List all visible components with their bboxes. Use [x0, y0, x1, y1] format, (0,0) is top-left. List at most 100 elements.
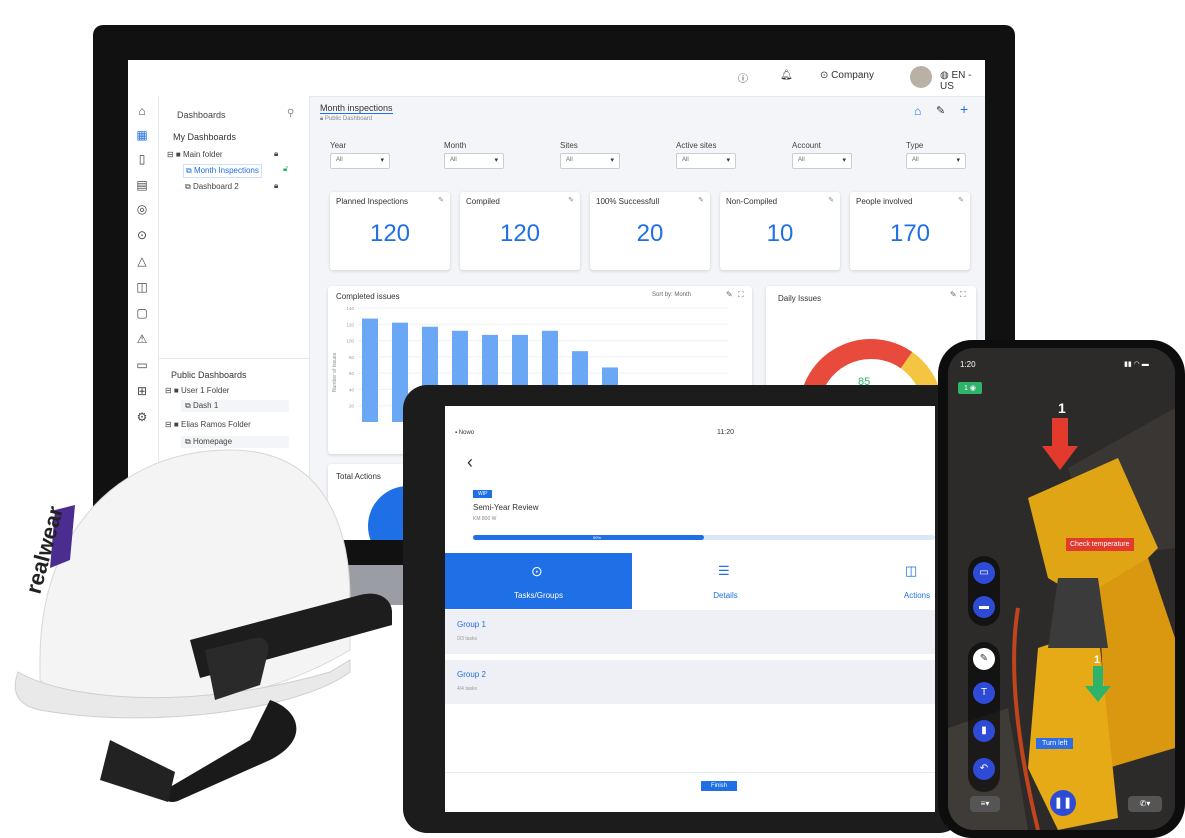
- kpi-card-successful[interactable]: 100% Successfull ✎ 20: [590, 192, 710, 270]
- divider: [445, 772, 935, 773]
- kpi-title: 100% Successfull: [596, 197, 660, 206]
- select-value: All: [682, 157, 689, 163]
- caret-down-icon: ▾: [842, 157, 846, 164]
- pen-icon[interactable]: ✎: [973, 648, 995, 670]
- list-item[interactable]: Group 2 4/4 tasks: [445, 660, 935, 704]
- kpi-value: 10: [766, 220, 794, 247]
- globe-icon[interactable]: ◎: [135, 202, 149, 216]
- edit-icon[interactable]: ✎: [828, 196, 834, 204]
- kpi-card-people[interactable]: People involved ✎ 170: [850, 192, 970, 270]
- daily-issues-title: Daily Issues: [778, 294, 822, 303]
- filter-label-account: Account: [792, 141, 821, 150]
- tab-actions[interactable]: ◫ Actions: [819, 553, 935, 609]
- search-icon[interactable]: ⚲: [287, 108, 294, 119]
- annotation-number-2: 1: [1094, 654, 1101, 666]
- tablet-icon[interactable]: ▢: [135, 306, 149, 320]
- kpi-title: Planned Inspections: [336, 197, 409, 206]
- filter-select-active-sites[interactable]: All ▾: [676, 153, 736, 169]
- company-label: Company: [831, 70, 874, 81]
- home-icon[interactable]: ⌂: [914, 104, 921, 118]
- edit-icon[interactable]: ✎: [958, 196, 964, 204]
- caret-down-icon: ▾: [380, 157, 384, 164]
- edit-icon[interactable]: ✎: [568, 196, 574, 204]
- status-time: 11:20: [717, 429, 734, 436]
- tab-tasks-groups[interactable]: ⊙ Tasks/Groups: [445, 553, 632, 609]
- filter-select-type[interactable]: All ▾: [906, 153, 966, 169]
- info-icon[interactable]: ⓘ: [738, 70, 748, 85]
- viewer-count: 1: [964, 385, 968, 392]
- filter-label-sites: Sites: [560, 141, 578, 150]
- bar[interactable]: [362, 318, 378, 422]
- sort-dropdown[interactable]: Sort by: Month: [652, 292, 691, 298]
- lock-icon: 🔒︎: [274, 181, 279, 190]
- book-icon[interactable]: ◫: [135, 280, 149, 294]
- avatar[interactable]: [910, 66, 932, 88]
- tree-item-dashboard-2[interactable]: ⧉ Dashboard 2: [185, 182, 239, 192]
- public-dashboards-heading: Public Dashboards: [171, 370, 247, 380]
- play-circle-icon: ⊙: [531, 563, 543, 579]
- list-item[interactable]: Group 1 0/3 tasks: [445, 610, 935, 654]
- filter-select-sites[interactable]: All ▾: [560, 153, 620, 169]
- turn-left-label: Turn left: [1036, 738, 1074, 749]
- filter-label-active-sites: Active sites: [676, 141, 717, 150]
- edit-icon[interactable]: ✎: [438, 196, 444, 204]
- kpi-value: 170: [889, 220, 931, 247]
- dashboard-label: Month Inspections: [193, 166, 259, 175]
- expand-icon[interactable]: ⛶: [738, 290, 744, 300]
- call-dropdown-icon[interactable]: ✆▾: [1128, 796, 1162, 812]
- filter-select-year[interactable]: All ▾: [330, 153, 390, 169]
- grid-icon[interactable]: ▦: [135, 128, 149, 142]
- language-selector[interactable]: ◍ EN - US: [940, 70, 985, 92]
- card-icon[interactable]: ▭: [135, 358, 149, 372]
- filter-select-month[interactable]: All ▾: [444, 153, 504, 169]
- bell-icon[interactable]: 🔔︎: [780, 70, 793, 81]
- kpi-card-planned[interactable]: Planned Inspections ✎ 120: [330, 192, 450, 270]
- chart-title: Completed issues: [336, 292, 400, 301]
- tree-item-user1-folder[interactable]: ⊟ ■ User 1 Folder: [165, 386, 229, 395]
- menu-dropdown-icon[interactable]: ≡▾: [970, 796, 1000, 812]
- pin-icon[interactable]: ⊙: [135, 228, 149, 242]
- kpi-card-compiled[interactable]: Compiled ✎ 120: [460, 192, 580, 270]
- home-icon[interactable]: ⌂: [135, 104, 149, 118]
- expand-icon[interactable]: ⛶: [960, 290, 966, 300]
- caret-down-icon: ▾: [726, 157, 730, 164]
- folder-icon[interactable]: ▬: [973, 596, 995, 618]
- edit-icon[interactable]: ✎: [950, 290, 957, 299]
- filter-select-account[interactable]: All ▾: [792, 153, 852, 169]
- tree-item-main-folder[interactable]: ⊟ ■ Main folder: [167, 150, 223, 159]
- y-tick-label: 20: [349, 404, 355, 409]
- location-pin-icon: ⊙: [820, 70, 829, 81]
- kpi-title: People involved: [856, 197, 913, 206]
- add-icon[interactable]: +: [960, 101, 968, 117]
- group-subtitle: 4/4 tasks: [457, 686, 478, 692]
- kpi-title: Non-Compiled: [726, 197, 778, 206]
- back-icon[interactable]: ‹: [467, 452, 473, 473]
- group-title: Group 1: [457, 620, 486, 629]
- shapes-icon[interactable]: △: [135, 254, 149, 268]
- edit-icon[interactable]: ✎: [726, 290, 733, 299]
- trash-icon[interactable]: ▮: [973, 720, 995, 742]
- edit-icon[interactable]: ✎: [936, 104, 945, 117]
- finish-button[interactable]: Finish: [701, 781, 738, 791]
- kpi-card-non-compiled[interactable]: Non-Compiled ✎ 10: [720, 192, 840, 270]
- text-size-icon[interactable]: T: [973, 682, 995, 704]
- file-icon[interactable]: ▯: [135, 152, 149, 166]
- chat-icon[interactable]: ▭: [973, 562, 995, 584]
- panel-title: Dashboards: [177, 110, 226, 120]
- clipboard-icon[interactable]: ▤: [135, 178, 149, 192]
- pause-icon[interactable]: ❚❚: [1050, 790, 1076, 816]
- tab-details[interactable]: ☰ Details: [632, 553, 819, 609]
- edit-icon[interactable]: ✎: [698, 196, 704, 204]
- viewer-counter: 1 ◉: [958, 382, 982, 394]
- tree-item-month-inspections[interactable]: ⧉ Month Inspections: [183, 164, 262, 178]
- plus-box-icon[interactable]: ⊞: [135, 384, 149, 398]
- my-dashboards-heading: My Dashboards: [173, 132, 237, 142]
- kpi-title: Compiled: [466, 197, 500, 206]
- undo-icon[interactable]: ↶: [973, 758, 995, 780]
- caret-down-icon: ▾: [610, 157, 614, 164]
- tablet-screen: ▪ Nowo 11:20 ‹ WIP Semi-Year Review KM 8…: [445, 406, 935, 812]
- warning-icon[interactable]: ⚠: [135, 332, 149, 346]
- company-selector[interactable]: ⊙ Company: [820, 70, 874, 81]
- caret-down-icon: ▾: [494, 157, 498, 164]
- progress-text: 50%: [593, 535, 602, 540]
